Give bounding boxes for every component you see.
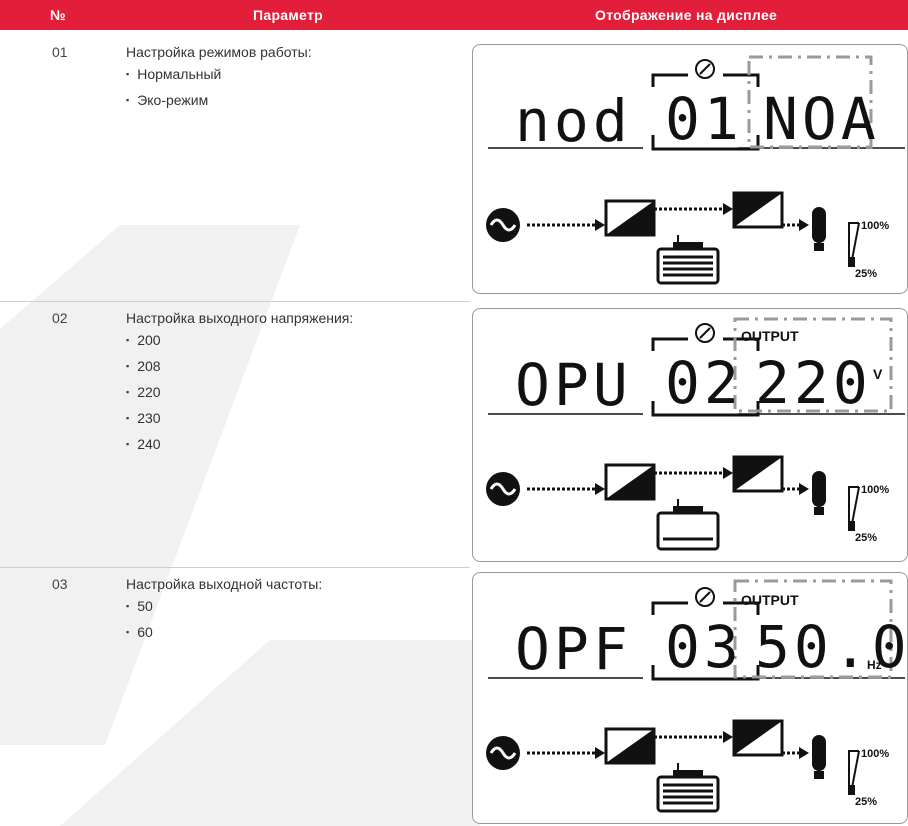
row-number: 02 (52, 310, 68, 326)
lcd-panel: OUTPUT OPU 02 220 V 100% 25% (472, 308, 908, 562)
lcd-panel: OUTPUT OPF 03 50.0 Hz 100% 25% (472, 572, 908, 824)
lamp-icon (812, 471, 826, 515)
row-divider (0, 301, 470, 302)
load-25-label: 25% (855, 268, 877, 280)
table-header: № Параметр Отображение на дисплее (0, 0, 908, 30)
rectifier-icon (604, 463, 656, 501)
lcd-value: NOA (763, 85, 880, 153)
lcd-number: 03 (665, 613, 743, 681)
row-title: Настройка выходной частоты: (126, 576, 323, 592)
battery-icon (656, 770, 720, 813)
load-level-icon: 100% 25% (848, 220, 889, 280)
load-25-label: 25% (855, 796, 877, 808)
header-display: Отображение на дисплее (595, 7, 778, 23)
battery-icon (656, 506, 720, 551)
load-100-label: 100% (861, 748, 889, 760)
lcd-code: nod (515, 87, 632, 155)
row-title: Настройка режимов работы: (126, 44, 312, 60)
unit-label: Hz (867, 658, 882, 672)
inverter-icon (732, 455, 784, 493)
wrench-icon (695, 59, 715, 79)
flow-diagram: 100% 25% (486, 455, 889, 551)
load-level-icon: 100% 25% (848, 748, 889, 808)
lcd-panel: nod 01 NOA 100% 25% (472, 44, 908, 294)
option-list: 50 60 (126, 594, 153, 646)
inverter-icon (732, 719, 784, 757)
unit-label: V (873, 366, 883, 382)
option-list: 200 208 220 230 240 (126, 328, 160, 458)
list-item: 50 (126, 594, 153, 620)
load-100-label: 100% (861, 484, 889, 496)
lcd-value: 50.0 (755, 613, 907, 681)
rectifier-icon (604, 199, 656, 237)
option-list: Нормальный Эко-режим (126, 62, 221, 114)
header-number: № (50, 7, 66, 23)
lcd-number: 02 (665, 349, 743, 417)
lcd-display: OUTPUT OPU 02 220 V 100% 25% (486, 317, 905, 551)
lcd-display: nod 01 NOA 100% 25% (486, 55, 905, 285)
list-item: Нормальный (126, 62, 221, 88)
inverter-icon (732, 191, 784, 229)
lcd-code: OPF (515, 615, 632, 683)
list-item: Эко-режим (126, 88, 221, 114)
list-item: 208 (126, 354, 160, 380)
row-divider (0, 567, 470, 568)
load-level-icon: 100% 25% (848, 484, 889, 544)
list-item: 220 (126, 380, 160, 406)
row-number: 01 (52, 44, 68, 60)
row-number: 03 (52, 576, 68, 592)
wrench-icon (695, 323, 715, 343)
wrench-icon (695, 587, 715, 607)
rectifier-icon (604, 727, 656, 765)
lamp-icon (812, 735, 826, 779)
row-title: Настройка выходного напряжения: (126, 310, 354, 326)
lamp-icon (812, 207, 826, 251)
output-label: OUTPUT (741, 592, 799, 608)
list-item: 60 (126, 620, 153, 646)
header-parameter: Параметр (253, 7, 323, 23)
lcd-code: OPU (515, 351, 632, 419)
battery-icon (656, 242, 720, 285)
load-25-label: 25% (855, 532, 877, 544)
lcd-value: 220 (755, 349, 872, 417)
lcd-display: OUTPUT OPF 03 50.0 Hz 100% 25% (486, 579, 907, 813)
list-item: 230 (126, 406, 160, 432)
flow-diagram: 100% 25% (486, 191, 889, 285)
list-item: 240 (126, 432, 160, 458)
output-label: OUTPUT (741, 328, 799, 344)
list-item: 200 (126, 328, 160, 354)
flow-diagram: 100% 25% (486, 719, 889, 813)
load-100-label: 100% (861, 220, 889, 232)
lcd-number: 01 (665, 85, 743, 153)
